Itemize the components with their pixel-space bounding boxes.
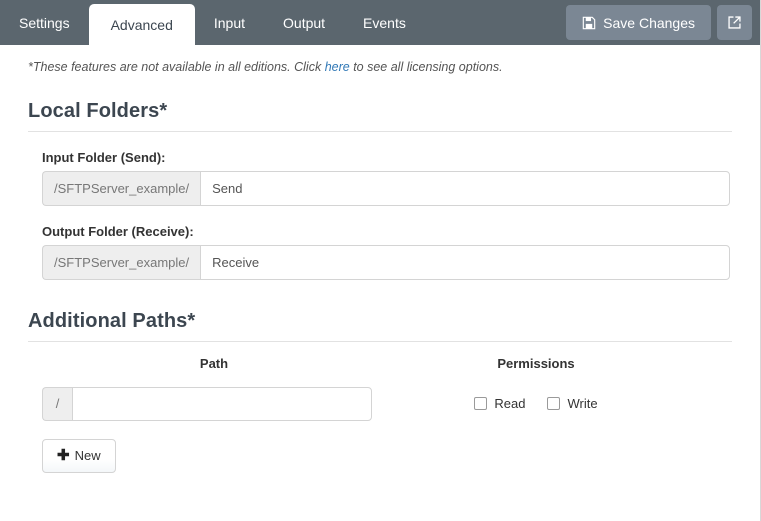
tab-events[interactable]: Events <box>344 0 425 45</box>
read-permission-checkbox[interactable]: Read <box>474 396 525 411</box>
additional-path-input[interactable] <box>72 386 372 421</box>
checkbox-box-write[interactable] <box>547 397 561 410</box>
header-actions: Save Changes <box>566 5 752 40</box>
licensing-notice-text-after: to see all licensing options. <box>349 60 503 74</box>
additional-path-input-group: / <box>42 386 372 421</box>
add-new-path-button[interactable]: ✚ New <box>42 438 116 473</box>
plus-icon: ✚ <box>57 447 70 464</box>
input-folder-prefix: /SFTPServer_example/ <box>42 170 201 206</box>
floppy-disk-icon <box>582 16 596 30</box>
tab-bar: Settings Advanced Input Output Events Sa… <box>0 0 760 45</box>
checkbox-box-read[interactable] <box>474 397 488 410</box>
tab-events-label: Events <box>363 14 406 31</box>
input-folder-group: /SFTPServer_example/ <box>42 170 730 206</box>
page-content: *These features are not available in all… <box>0 59 760 473</box>
column-header-permissions: Permissions <box>497 355 575 371</box>
additional-path-prefix: / <box>42 386 72 421</box>
licensing-options-link[interactable]: here <box>325 60 350 74</box>
additional-paths-header-row: Path Permissions <box>42 356 732 371</box>
open-external-button[interactable] <box>717 5 752 40</box>
tab-input-label: Input <box>213 14 246 31</box>
input-folder-label: Input Folder (Send): <box>42 149 166 165</box>
write-permission-label: Write <box>567 396 598 411</box>
output-folder-input[interactable] <box>200 244 730 280</box>
permissions-cell: Read Write <box>386 396 686 411</box>
tab-list: Settings Advanced Input Output Events <box>0 0 425 45</box>
tab-output-label: Output <box>283 14 326 31</box>
output-folder-field: Output Folder (Receive): /SFTPServer_exa… <box>42 224 732 280</box>
write-permission-checkbox[interactable]: Write <box>547 396 598 411</box>
additional-paths-title: Additional Paths* <box>28 310 732 342</box>
tab-settings[interactable]: Settings <box>0 0 89 45</box>
tab-advanced-label: Advanced <box>110 16 173 33</box>
tab-input[interactable]: Input <box>195 0 264 45</box>
output-folder-group: /SFTPServer_example/ <box>42 244 730 280</box>
save-changes-label: Save Changes <box>603 14 695 31</box>
advanced-settings-page: Settings Advanced Input Output Events Sa… <box>0 0 761 521</box>
read-permission-label: Read <box>494 396 526 411</box>
save-changes-button[interactable]: Save Changes <box>566 5 711 40</box>
output-folder-prefix: /SFTPServer_example/ <box>42 244 201 280</box>
input-folder-field: Input Folder (Send): /SFTPServer_example… <box>42 150 732 206</box>
licensing-notice: *These features are not available in all… <box>28 59 732 77</box>
external-link-icon <box>727 15 742 30</box>
tab-output[interactable]: Output <box>264 0 344 45</box>
additional-path-row: / Read Write <box>42 386 732 421</box>
output-folder-label: Output Folder (Receive): <box>42 223 194 239</box>
tab-settings-label: Settings <box>19 14 70 31</box>
licensing-notice-text-before: *These features are not available in all… <box>28 60 325 74</box>
input-folder-input[interactable] <box>200 170 730 206</box>
column-header-path: Path <box>199 355 229 371</box>
add-new-path-label: New <box>74 448 101 463</box>
local-folders-title: Local Folders* <box>28 100 732 132</box>
tab-advanced[interactable]: Advanced <box>88 4 195 45</box>
